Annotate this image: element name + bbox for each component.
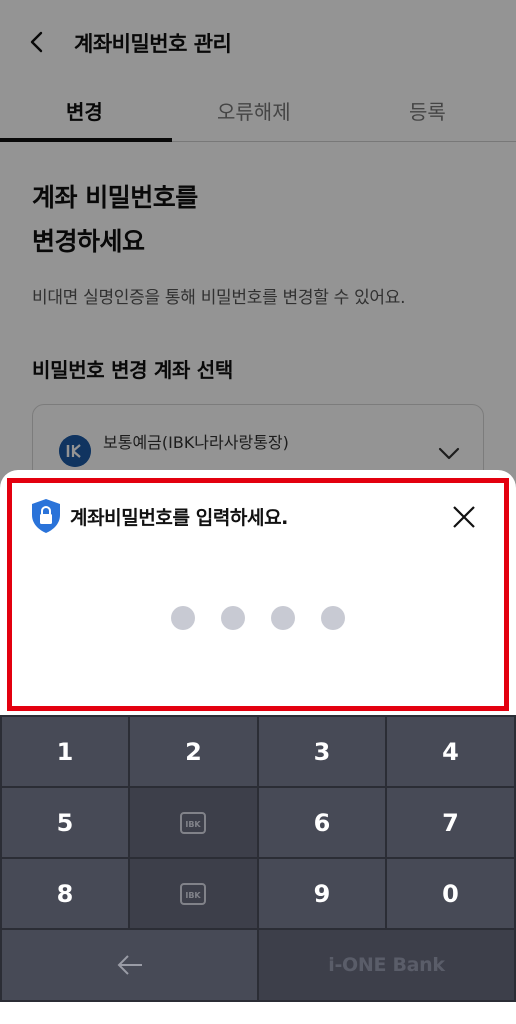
pin-dot bbox=[221, 606, 245, 630]
key-5[interactable]: 5 bbox=[2, 788, 128, 857]
secure-keypad: 1 2 3 4 5 IBK 6 7 8 IBK 9 0 i-ONE Bank bbox=[0, 715, 516, 1002]
key-0[interactable]: 0 bbox=[387, 859, 514, 928]
sheet-title: 계좌비밀번호를 입력하세요. bbox=[70, 507, 288, 529]
close-icon[interactable] bbox=[450, 503, 478, 531]
svg-text:IBK: IBK bbox=[185, 891, 201, 900]
ibk-card-icon: IBK bbox=[179, 882, 206, 905]
brand-key: i-ONE Bank bbox=[259, 930, 514, 1000]
key-1[interactable]: 1 bbox=[2, 717, 128, 786]
brand-label: i-ONE Bank bbox=[328, 954, 445, 976]
key-2[interactable]: 2 bbox=[130, 717, 257, 786]
key-9[interactable]: 9 bbox=[259, 859, 385, 928]
key-3[interactable]: 3 bbox=[259, 717, 385, 786]
ibk-card-icon: IBK bbox=[179, 811, 206, 834]
key-6[interactable]: 6 bbox=[259, 788, 385, 857]
pin-dot bbox=[171, 606, 195, 630]
key-blank[interactable]: IBK bbox=[130, 788, 257, 857]
key-8[interactable]: 8 bbox=[2, 859, 128, 928]
bottom-strip bbox=[0, 1002, 516, 1024]
svg-text:IBK: IBK bbox=[185, 820, 201, 829]
key-7[interactable]: 7 bbox=[387, 788, 514, 857]
pin-dot bbox=[321, 606, 345, 630]
backspace-key[interactable] bbox=[2, 930, 257, 1000]
key-4[interactable]: 4 bbox=[387, 717, 514, 786]
key-blank[interactable]: IBK bbox=[130, 859, 257, 928]
backspace-arrow-icon bbox=[117, 955, 142, 975]
pin-indicator bbox=[171, 606, 351, 630]
shield-lock-icon bbox=[32, 499, 60, 533]
pin-dot bbox=[271, 606, 295, 630]
